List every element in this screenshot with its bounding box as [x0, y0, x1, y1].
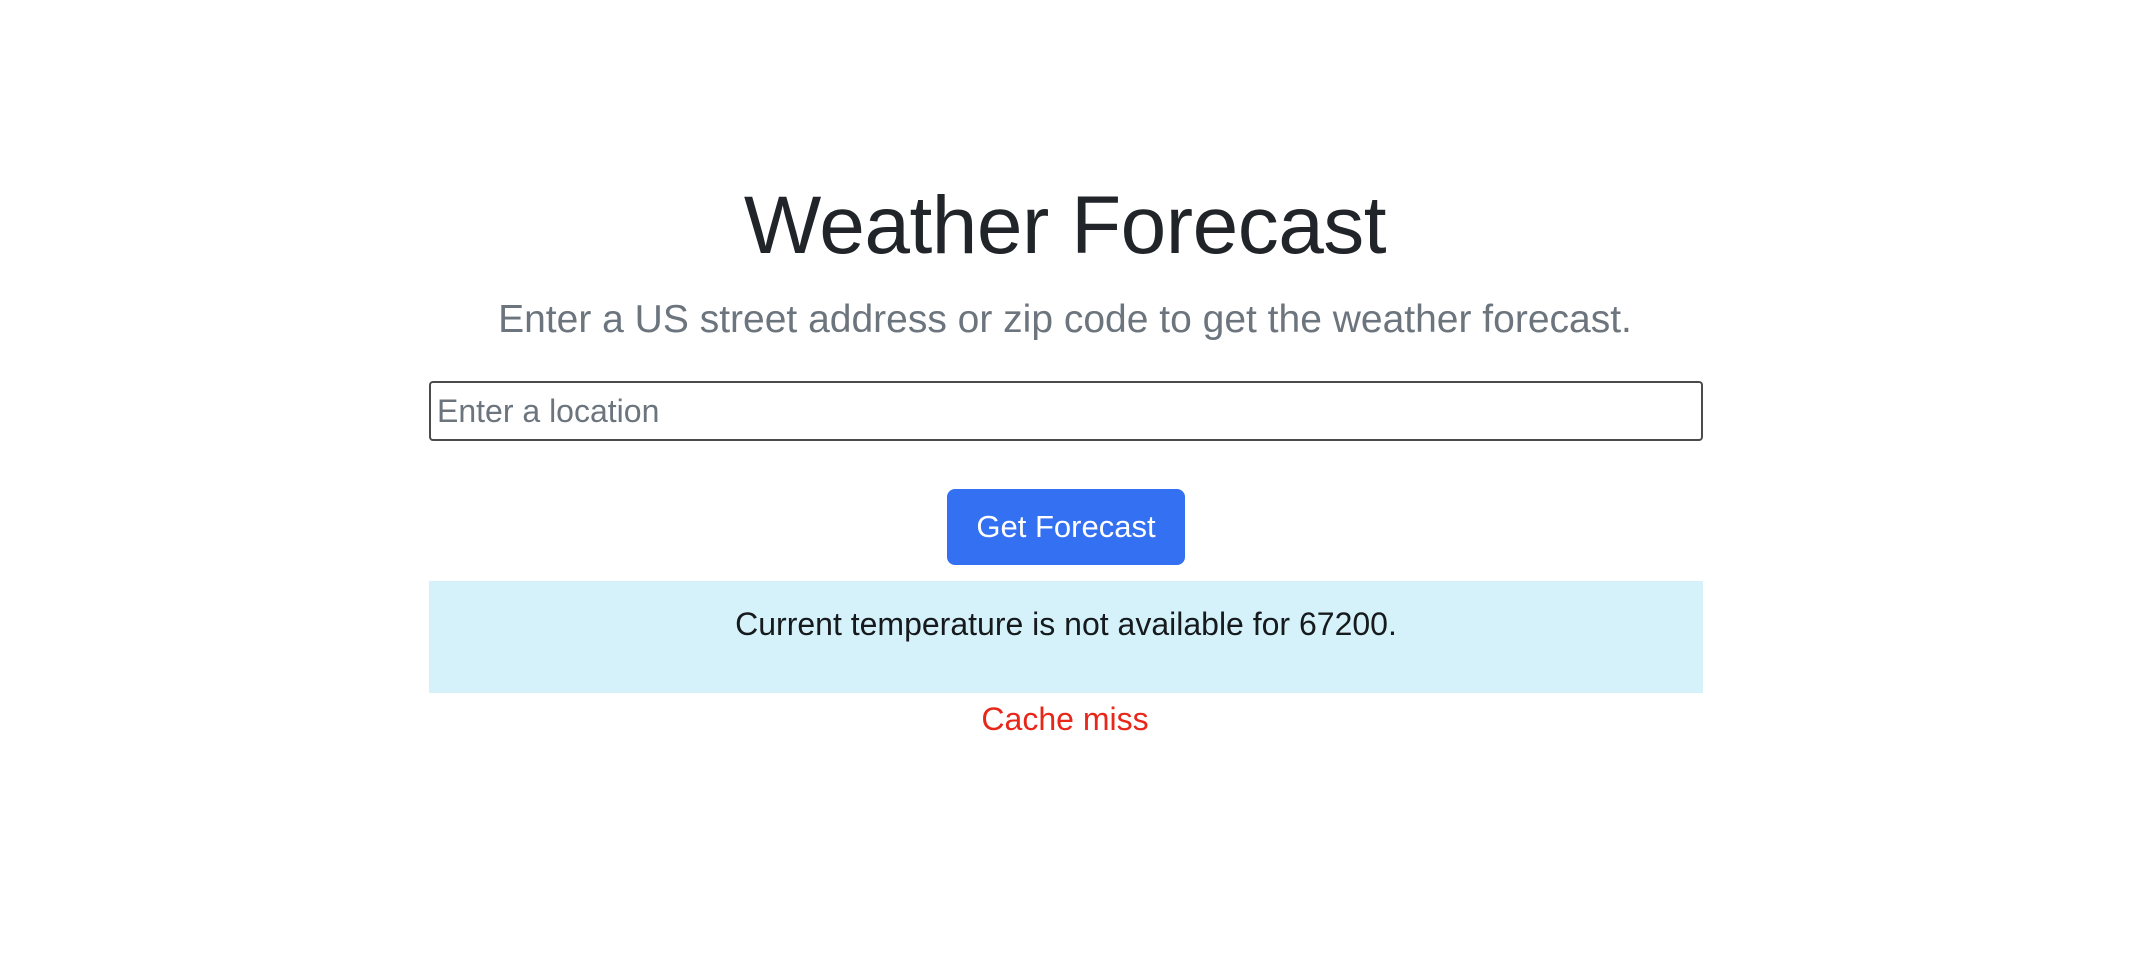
- weather-forecast-page: Weather Forecast Enter a US street addre…: [0, 0, 2130, 956]
- location-input[interactable]: [429, 381, 1703, 441]
- temperature-message: Current temperature is not available for…: [735, 606, 1397, 642]
- get-forecast-button[interactable]: Get Forecast: [947, 489, 1185, 565]
- page-subtitle: Enter a US street address or zip code to…: [498, 298, 1632, 341]
- info-alert: Current temperature is not available for…: [429, 581, 1703, 693]
- cache-status-text: Cache miss: [981, 701, 1149, 737]
- page-title: Weather Forecast: [743, 180, 1387, 271]
